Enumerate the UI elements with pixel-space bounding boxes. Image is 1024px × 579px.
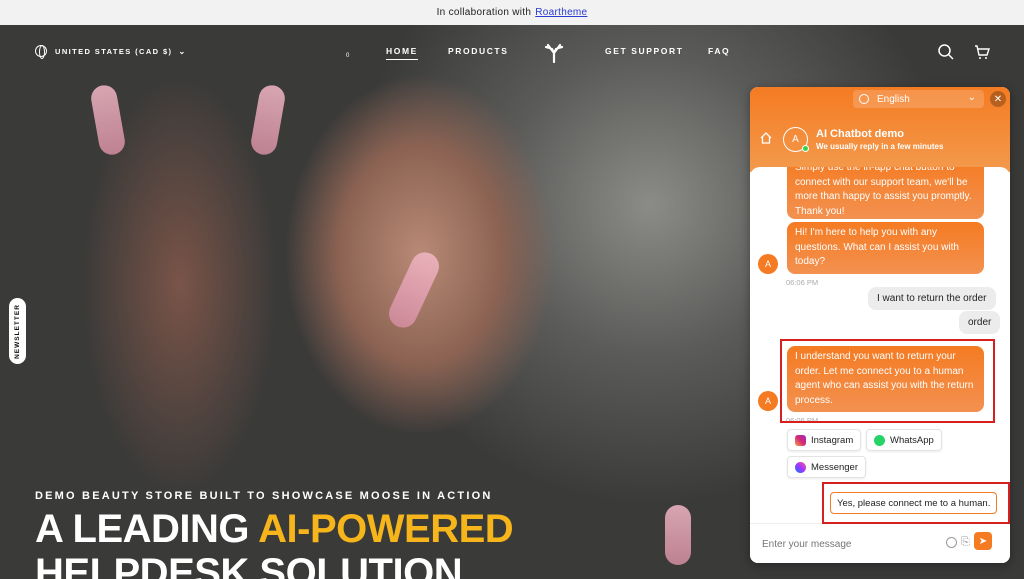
globe-icon — [859, 94, 869, 104]
online-status-icon — [802, 145, 809, 152]
highlight-box — [822, 482, 1010, 524]
messenger-button[interactable]: Messenger — [787, 456, 866, 478]
home-icon[interactable] — [759, 131, 773, 145]
locale-selector[interactable]: UNITED STATES (CAD $) ⌄ — [35, 45, 187, 59]
avatar-letter: A — [792, 134, 799, 145]
instagram-button[interactable]: Instagram — [787, 429, 862, 451]
user-message: order — [959, 311, 1001, 334]
nav-home[interactable]: HOME — [386, 46, 418, 60]
announcement-bar: In collaboration with Roartheme — [0, 0, 1024, 25]
language-selector[interactable]: English ⌄ — [853, 90, 984, 108]
attachment-icon[interactable]: ⎘ — [961, 536, 970, 549]
chevron-down-icon: ⌄ — [967, 92, 976, 103]
message-time: 06:06 PM — [786, 278, 819, 287]
instagram-icon — [795, 434, 806, 446]
chat-header: English ⌄ ✕ A AI Chatbot demo We usually… — [750, 87, 1010, 172]
bot-message: Simply use the in-app chat button to con… — [787, 167, 984, 219]
cart-icon[interactable] — [973, 43, 991, 61]
bot-avatar: A — [758, 391, 778, 411]
globe-icon — [35, 45, 47, 59]
nav-faq[interactable]: FAQ — [708, 46, 730, 56]
nav-get-support[interactable]: GET SUPPORT — [605, 46, 684, 56]
moose-logo-icon[interactable] — [543, 41, 565, 63]
message-input[interactable] — [762, 533, 932, 555]
close-icon[interactable]: ✕ — [990, 91, 1006, 107]
announcement-text: In collaboration with — [436, 7, 532, 18]
hero-title-line2: HELPDESK SOLUTION — [35, 551, 463, 579]
instagram-label: Instagram — [811, 434, 854, 446]
messenger-icon — [795, 461, 806, 473]
bot-avatar: A — [758, 254, 778, 274]
whatsapp-label: WhatsApp — [890, 434, 934, 446]
messenger-label: Messenger — [811, 461, 858, 473]
roartheme-link[interactable]: Roartheme — [535, 7, 587, 18]
agent-avatar: A — [783, 127, 809, 152]
bot-name: AI Chatbot demo — [816, 128, 904, 140]
whatsapp-icon — [874, 434, 885, 446]
highlight-box — [780, 339, 995, 423]
search-icon[interactable] — [937, 43, 955, 61]
locale-label: UNITED STATES (CAD $) — [55, 46, 173, 56]
chevron-down-icon: ⌄ — [178, 46, 187, 56]
language-label: English — [877, 93, 910, 105]
user-message: I want to return the order — [868, 287, 996, 310]
nav-products[interactable]: PRODUCTS — [448, 46, 509, 56]
hero-subtitle: DEMO BEAUTY STORE BUILT TO SHOWCASE MOOS… — [35, 490, 493, 502]
message-composer: ⎘ ➤ — [750, 523, 1010, 563]
newsletter-tab[interactable]: NEWSLETTER — [9, 298, 26, 364]
hero-title-plain: A LEADING — [35, 507, 259, 551]
hero-title: A LEADING AI-POWERED HELPDESK SOLUTION — [35, 507, 514, 579]
emoji-icon[interactable] — [946, 537, 957, 548]
cart-count: 0 — [346, 53, 350, 59]
bot-status: We usually reply in a few minutes — [816, 142, 944, 151]
header-nav: UNITED STATES (CAD $) ⌄ HOME PRODUCTS GE… — [0, 25, 1024, 79]
newsletter-label: NEWSLETTER — [14, 303, 21, 359]
bot-message: Hi! I'm here to help you with any questi… — [787, 222, 984, 274]
whatsapp-button[interactable]: WhatsApp — [866, 429, 942, 451]
send-button[interactable]: ➤ — [974, 532, 992, 550]
hero-title-accent: AI-POWERED — [258, 507, 514, 551]
